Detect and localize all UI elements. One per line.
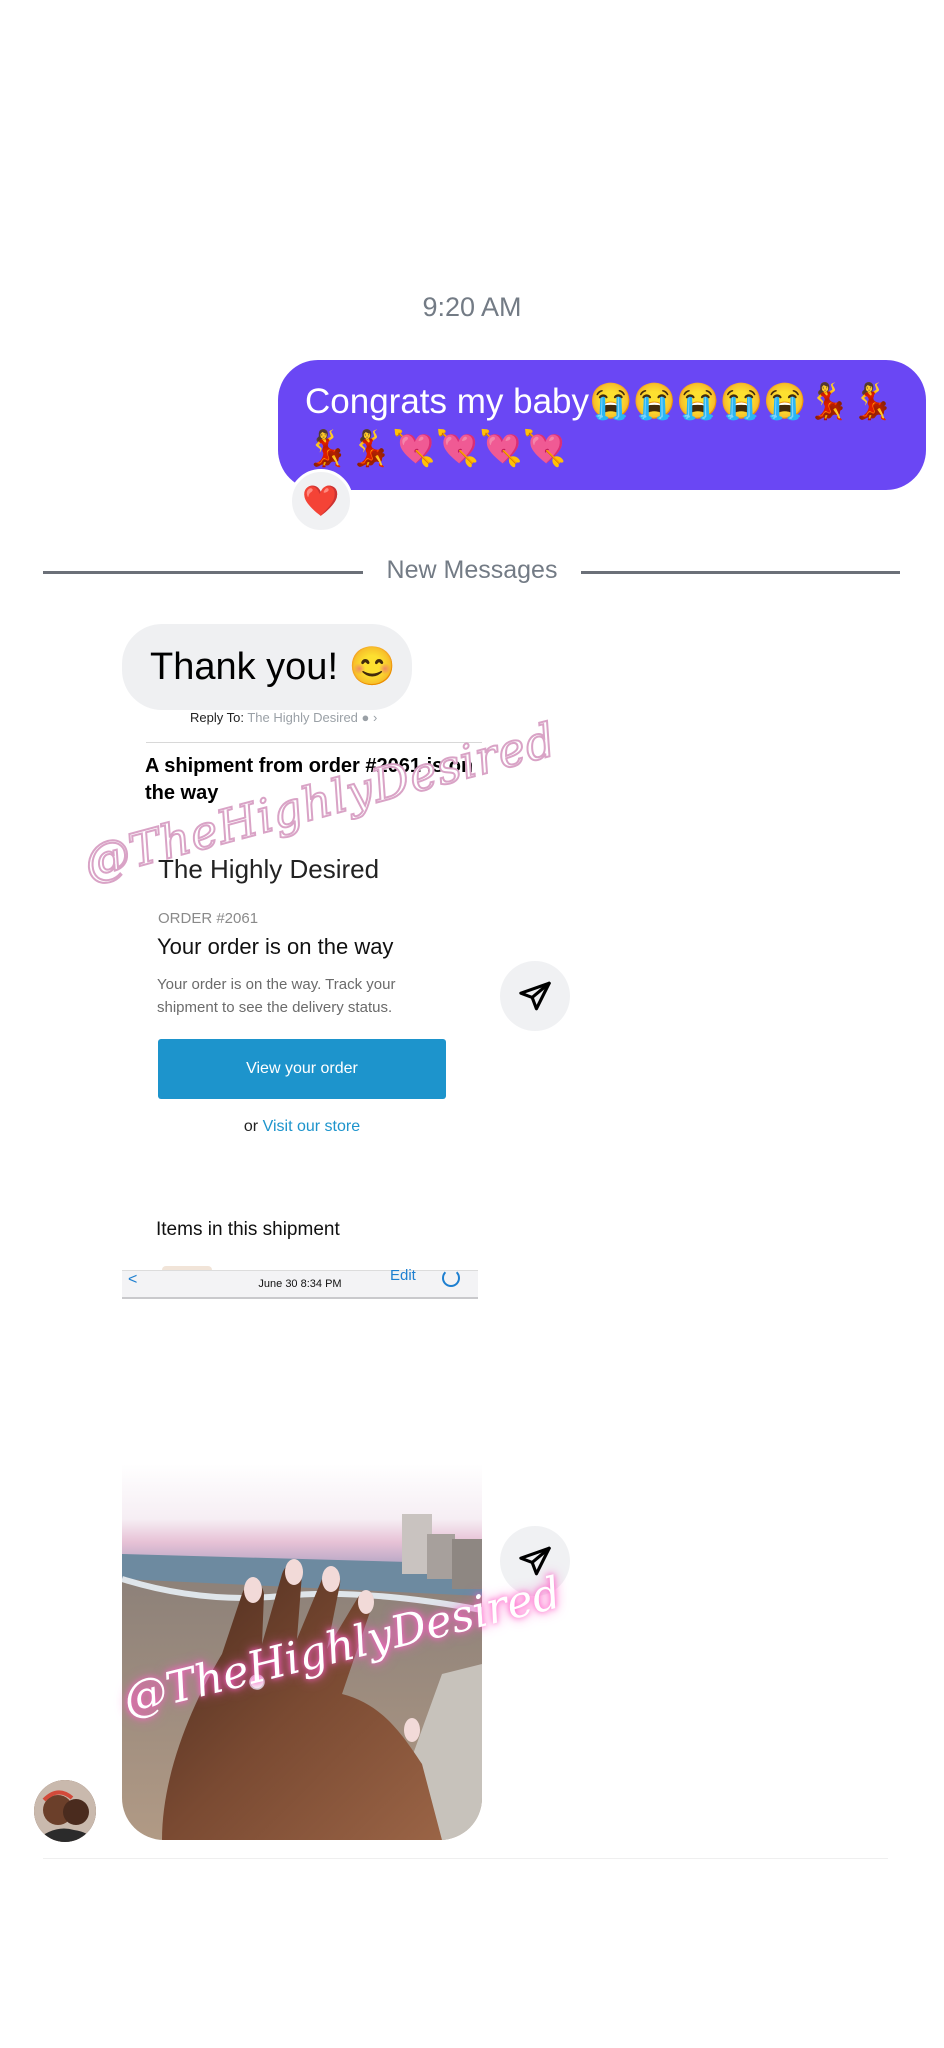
sent-message-bubble[interactable]: Congrats my baby😭😭😭😭😭💃💃💃💃💘💘💘💘	[278, 360, 926, 490]
received-message-text: Thank you! 😊	[150, 646, 396, 688]
email-order-number: ORDER #2061	[158, 910, 259, 927]
screenshot-status-strip: < June 30 8:34 PM Edit	[122, 1267, 478, 1299]
sent-message-text: Congrats my baby😭😭😭😭😭💃💃💃💃💘💘💘💘	[305, 382, 895, 468]
screenshot-date: June 30 8:34 PM	[258, 1278, 342, 1290]
share-button[interactable]	[500, 961, 570, 1031]
heart-reaction-icon[interactable]: ❤️	[289, 469, 353, 533]
sender-avatar[interactable]	[34, 1780, 96, 1842]
email-reply-to-label: Reply To:	[190, 710, 244, 725]
view-order-button: View your order	[158, 1039, 446, 1099]
email-order-description: Your order is on the way. Track your shi…	[157, 976, 396, 1016]
visit-store-line: or Visit our store	[122, 1118, 482, 1136]
or-text: or	[243, 1118, 259, 1135]
paper-plane-icon	[519, 981, 551, 1011]
email-reply-to-value: The Highly Desired	[247, 710, 358, 725]
email-order-heading: Your order is on the way	[157, 934, 394, 959]
new-messages-divider-label: New Messages	[386, 556, 558, 584]
received-message-bubble[interactable]: Thank you! 😊	[122, 624, 412, 710]
visit-store-link: Visit our store	[262, 1118, 361, 1135]
screenshot-edit-label: Edit	[390, 1267, 416, 1284]
items-in-shipment-heading: Items in this shipment	[156, 1219, 340, 1240]
info-icon: ● ›	[361, 710, 378, 725]
composer-top-border	[43, 1858, 888, 1859]
loading-icon	[442, 1269, 460, 1287]
new-messages-divider-left	[43, 571, 363, 574]
new-messages-divider-right	[581, 571, 900, 574]
email-reply-to: Reply To: The Highly Desired ● ›	[190, 710, 377, 725]
message-timestamp: 9:20 AM	[422, 292, 522, 322]
avatar-photo	[34, 1780, 96, 1842]
